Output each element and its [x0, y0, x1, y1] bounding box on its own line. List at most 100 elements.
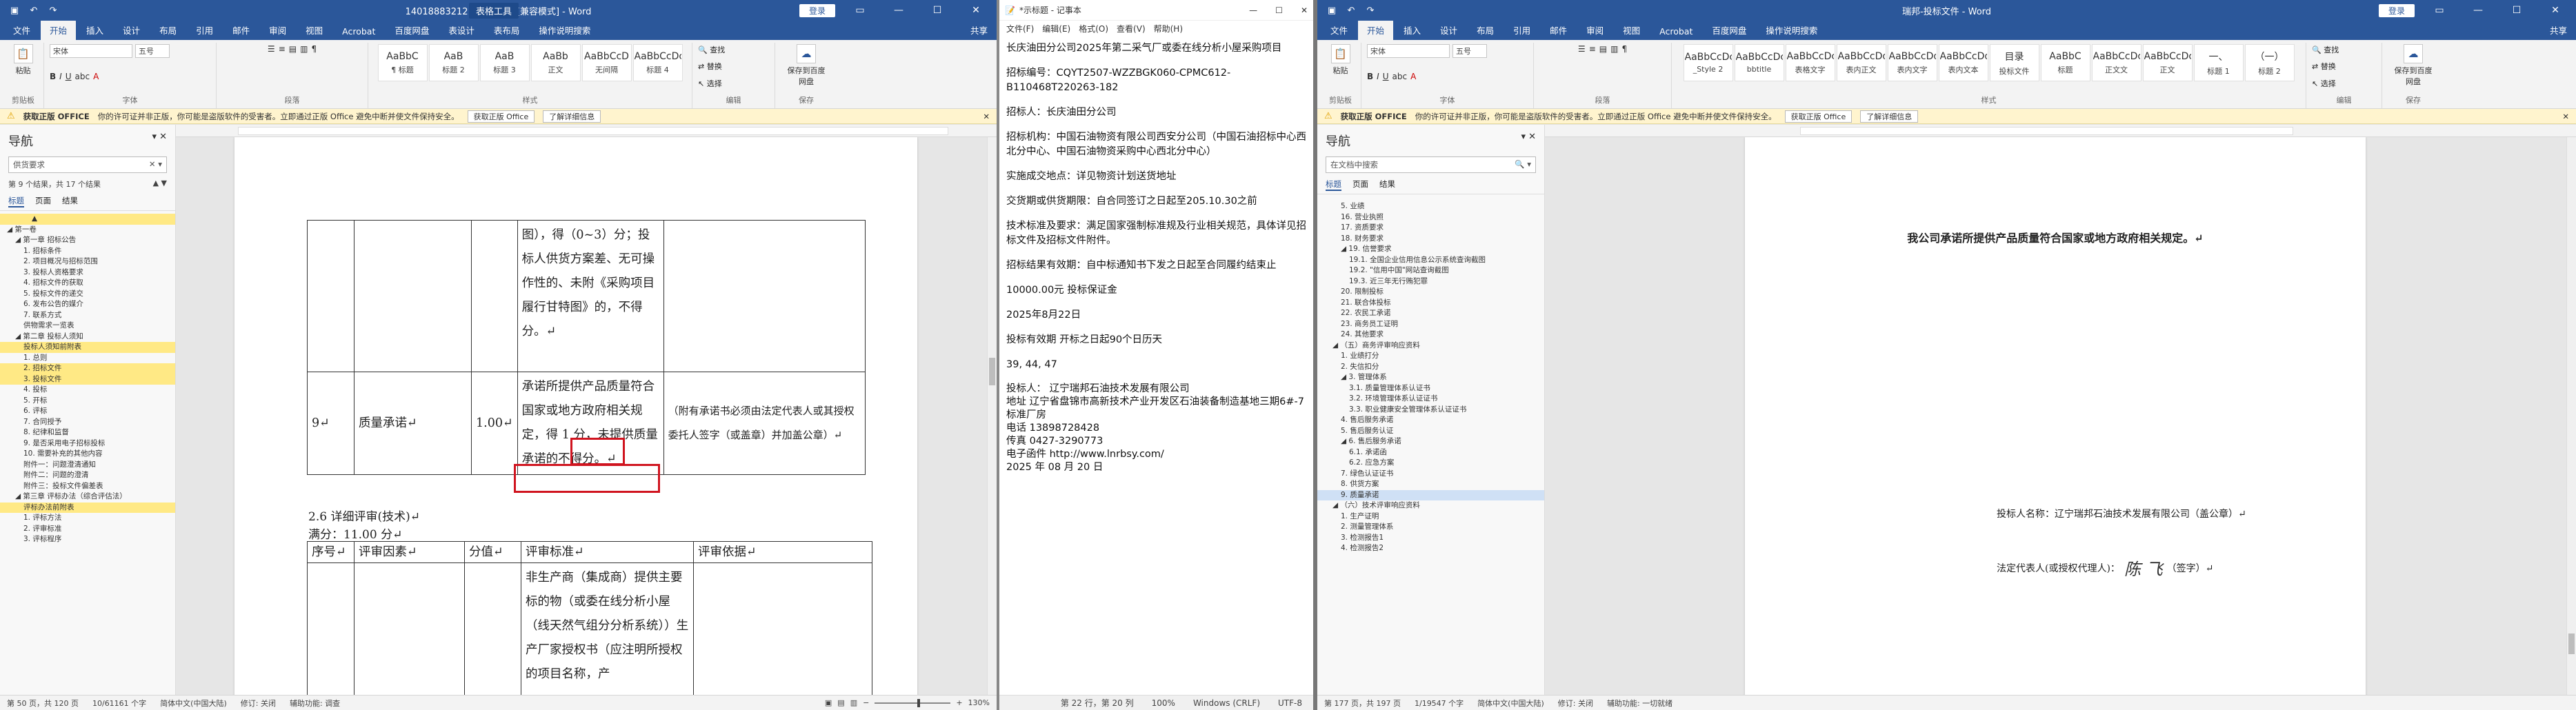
close-icon[interactable]: ✕	[962, 5, 990, 16]
align-center-icon[interactable]: ▥	[300, 44, 308, 54]
close-icon[interactable]: ✕	[2542, 5, 2569, 16]
font-color-button[interactable]: A	[93, 72, 99, 81]
strike-button[interactable]: abc	[1392, 72, 1408, 81]
zoom-level[interactable]: 130%	[968, 698, 990, 707]
maximize-icon[interactable]: ☐	[2503, 5, 2530, 16]
menu-help[interactable]: 帮助(H)	[1154, 23, 1183, 34]
page-count[interactable]: 第 50 页，共 120 页	[7, 698, 79, 709]
web-layout-icon[interactable]: ▥	[850, 698, 857, 707]
tell-me-search[interactable]: 操作说明搜索	[530, 20, 599, 40]
italic-button[interactable]: I	[1377, 72, 1379, 81]
share-button[interactable]: 共享	[961, 20, 997, 40]
nav-tree-item[interactable]: ◢ 第一章 招标公告	[0, 235, 175, 246]
style-gallery-item[interactable]: AaB 标题 3	[479, 44, 530, 81]
track-changes[interactable]: 修订: 关闭	[241, 698, 276, 709]
style-gallery-item[interactable]: AaBb 正文	[530, 44, 581, 81]
select-button[interactable]: ↖ 选择	[2312, 78, 2336, 89]
nav-tree-item[interactable]: ◢ 3. 管理体系	[1317, 372, 1544, 383]
accessibility[interactable]: 辅助功能: 一切就绪	[1607, 698, 1673, 709]
style-gallery-item[interactable]: AaBbCcDc bbtitle	[1734, 44, 1784, 81]
style-gallery-item[interactable]: 目录 投标文件	[1989, 44, 2039, 81]
style-gallery-item[interactable]: AaBbCcDc 正文	[2142, 44, 2193, 81]
nav-tree-item[interactable]: 1. 业绩打分	[1317, 351, 1544, 362]
nav-tree-item[interactable]: 附件二：问题的澄清	[0, 470, 175, 481]
strike-button[interactable]: abc	[75, 72, 90, 81]
show-marks-icon[interactable]: ¶	[1621, 44, 1627, 54]
nav-tree-item[interactable]: 5. 售后服务认证	[1317, 426, 1544, 437]
style-gallery-item[interactable]: （一） 标题 2	[2244, 44, 2295, 81]
text-editor[interactable]: 长庆油田分公司2025年第二采气厂或委在线分析小屋采购项目 招标编号：CQYT2…	[999, 36, 1313, 490]
nav-tree-item[interactable]: ▲	[0, 214, 175, 225]
style-gallery-item[interactable]: AaB 标题 2	[428, 44, 479, 81]
signin-button[interactable]: 登录	[2378, 3, 2415, 17]
style-gallery-item[interactable]: AaBbCcDd 表内文字	[1887, 44, 1937, 81]
tab-review[interactable]: 审阅	[1577, 20, 1613, 40]
nav-tree-item[interactable]: 4. 检测报告2	[1317, 543, 1544, 554]
bold-button[interactable]: B	[50, 72, 56, 81]
nav-tree-item[interactable]: 5. 开标	[0, 396, 175, 407]
result-nav-arrows[interactable]: ▲ ▼	[153, 179, 167, 190]
font-name-box[interactable]: 宋体	[50, 44, 132, 58]
style-gallery-item[interactable]: 一、 标题 1	[2193, 44, 2244, 81]
font-size-box[interactable]: 五号	[1452, 44, 1487, 58]
style-gallery-item[interactable]: AaBbCcDc _Style 2	[1683, 44, 1733, 81]
tab-baidu[interactable]: 百度网盘	[386, 20, 438, 40]
tab-table-layout[interactable]: 表布局	[485, 20, 529, 40]
find-button[interactable]: 🔍 查找	[698, 44, 725, 55]
get-office-button[interactable]: 获取正版 Office	[1784, 110, 1853, 123]
zoom-slider[interactable]	[875, 698, 951, 707]
search-icon[interactable]: 🔍 ▾	[1515, 159, 1531, 170]
tab-acrobat[interactable]: Acrobat	[1650, 23, 1701, 40]
vertical-scrollbar[interactable]	[2566, 137, 2576, 695]
nav-close-icon[interactable]: ▾ ✕	[152, 132, 167, 150]
tab-insert[interactable]: 插入	[1395, 20, 1430, 40]
nav-tree-item[interactable]: 供物需求一览表	[0, 321, 175, 332]
nav-tree-item[interactable]: 2. 招标文件	[0, 363, 175, 374]
align-left-icon[interactable]: ▤	[1599, 44, 1607, 54]
close-icon[interactable]: ✕	[1301, 6, 1308, 15]
replace-button[interactable]: ⇄ 替换	[2312, 61, 2336, 72]
tab-design[interactable]: 设计	[114, 20, 149, 40]
document-area[interactable]: 我公司承诺所提供产品质量符合国家或地方政府相关规定。↵ 投标人名称：辽宁瑞邦石油…	[1545, 137, 2576, 695]
nav-tree-item[interactable]: 5. 投标文件的递交	[0, 289, 175, 300]
nav-tree-item[interactable]: 23. 商务员工证明	[1317, 319, 1544, 330]
nav-tree-item[interactable]: 3.3. 职业健康安全管理体系认证证书	[1317, 405, 1544, 416]
nav-tree-item[interactable]: 10. 需要补充的其他内容	[0, 449, 175, 460]
nav-tree-item[interactable]: 19.1. 全国企业信用信息公示系统查询截图	[1317, 255, 1544, 266]
nav-tree-item[interactable]: 18. 财务要求	[1317, 234, 1544, 245]
nav-search-input[interactable]: 供货要求 ✕ ▾	[8, 156, 167, 173]
zoom-out-button[interactable]: −	[863, 698, 869, 707]
document-area[interactable]: 图），得（0~3）分；投标人供货方案差、无可操作性的、未附《采购项目履行甘特图》…	[176, 137, 997, 695]
maximize-icon[interactable]: ☐	[923, 5, 951, 16]
tab-references[interactable]: 引用	[187, 20, 222, 40]
tab-baidu[interactable]: 百度网盘	[1703, 20, 1755, 40]
nav-tree-item[interactable]: 20. 限制投标	[1317, 287, 1544, 298]
nav-tab-results[interactable]: 结果	[1379, 179, 1395, 191]
nav-tree-item[interactable]: ◢ 6. 售后服务承诺	[1317, 436, 1544, 447]
bold-button[interactable]: B	[1367, 72, 1373, 81]
nav-tree-item[interactable]: 3. 投标文件	[0, 374, 175, 385]
nav-tree-item[interactable]: 8. 纪律和监督	[0, 427, 175, 438]
save-baidu-button[interactable]: ☁ 保存到百度网盘	[786, 44, 827, 87]
nav-tree-item[interactable]: 1. 生产证明	[1317, 511, 1544, 523]
tell-me-search[interactable]: 操作说明搜索	[1757, 20, 1826, 40]
print-layout-icon[interactable]: ▤	[837, 698, 844, 707]
word-count[interactable]: 1/19547 个字	[1415, 698, 1464, 709]
nav-tree-item[interactable]: 附件三：投标文件偏差表	[0, 481, 175, 492]
nav-tree-item[interactable]: 24. 其他要求	[1317, 329, 1544, 341]
underline-button[interactable]: U	[1383, 72, 1389, 81]
nav-tab-pages[interactable]: 页面	[35, 195, 51, 207]
paste-button[interactable]: 📋 粘贴	[13, 44, 33, 76]
language[interactable]: 简体中文(中国大陆)	[1477, 698, 1544, 709]
page-count[interactable]: 第 177 页，共 197 页	[1324, 698, 1401, 709]
nav-tree-item[interactable]: 17. 资质要求	[1317, 223, 1544, 234]
tab-home[interactable]: 开始	[41, 20, 77, 40]
nav-tree-item[interactable]: 4. 售后服务承诺	[1317, 415, 1544, 426]
tab-references[interactable]: 引用	[1504, 20, 1539, 40]
show-marks-icon[interactable]: ¶	[311, 44, 317, 54]
find-button[interactable]: 🔍 查找	[2312, 44, 2339, 55]
undo-icon[interactable]: ↶	[26, 3, 41, 18]
nav-tree-item[interactable]: 6.2. 应急方案	[1317, 458, 1544, 469]
nav-tree-item[interactable]: 评标办法前附表	[0, 502, 175, 513]
align-left-icon[interactable]: ▤	[289, 44, 297, 54]
